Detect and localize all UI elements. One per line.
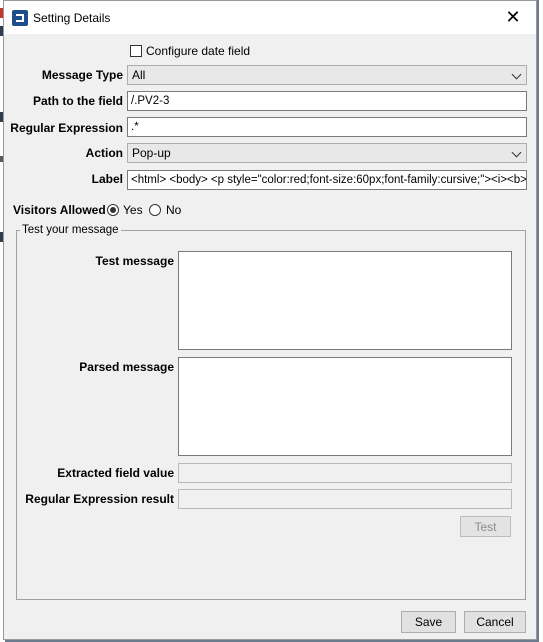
setting-details-dialog: Setting Details ✕ Configure date field M…: [3, 0, 537, 640]
action-select[interactable]: Pop-up: [127, 143, 527, 163]
label-label: Label: [91, 172, 123, 186]
chevron-down-icon: [511, 69, 522, 80]
save-button[interactable]: Save: [401, 611, 456, 633]
message-type-value: All: [132, 68, 146, 82]
parsed-message-label: Parsed message: [79, 360, 174, 374]
extracted-value-label: Extracted field value: [57, 466, 174, 480]
test-button[interactable]: Test: [460, 516, 511, 537]
visitors-yes-radio[interactable]: [107, 204, 119, 216]
action-value: Pop-up: [132, 146, 171, 160]
background-window-edge-right: [539, 0, 543, 642]
message-type-label: Message Type: [41, 68, 123, 82]
regex-input[interactable]: .*: [127, 117, 527, 137]
test-group-title: Test your message: [20, 224, 121, 236]
configure-date-checkbox[interactable]: [130, 45, 142, 57]
label-input[interactable]: <html> <body> <p style="color:red;font-s…: [127, 170, 527, 190]
visitors-yes-label: Yes: [123, 203, 143, 217]
path-label: Path to the field: [33, 94, 123, 108]
regex-result-field: [178, 489, 512, 509]
app-icon: [12, 10, 28, 26]
chevron-down-icon: [511, 147, 522, 158]
path-input[interactable]: /.PV2-3: [127, 91, 527, 111]
parsed-message-textarea[interactable]: [178, 357, 512, 456]
close-icon[interactable]: ✕: [490, 1, 536, 34]
configure-date-label: Configure date field: [146, 44, 251, 58]
action-label: Action: [85, 146, 123, 160]
window-title: Setting Details: [33, 11, 111, 25]
visitors-no-label: No: [166, 203, 182, 217]
regex-label: Regular Expression: [10, 121, 123, 135]
title-bar: Setting Details ✕: [4, 1, 536, 34]
extracted-value-field: [178, 463, 512, 483]
cancel-button[interactable]: Cancel: [464, 611, 526, 633]
test-message-textarea[interactable]: [178, 251, 512, 350]
visitors-allowed-label: Visitors Allowed: [13, 203, 106, 217]
test-message-label: Test message: [95, 254, 175, 268]
regex-result-label: Regular Expression result: [25, 492, 174, 506]
visitors-no-radio[interactable]: [149, 204, 161, 216]
message-type-select[interactable]: All: [127, 65, 527, 85]
